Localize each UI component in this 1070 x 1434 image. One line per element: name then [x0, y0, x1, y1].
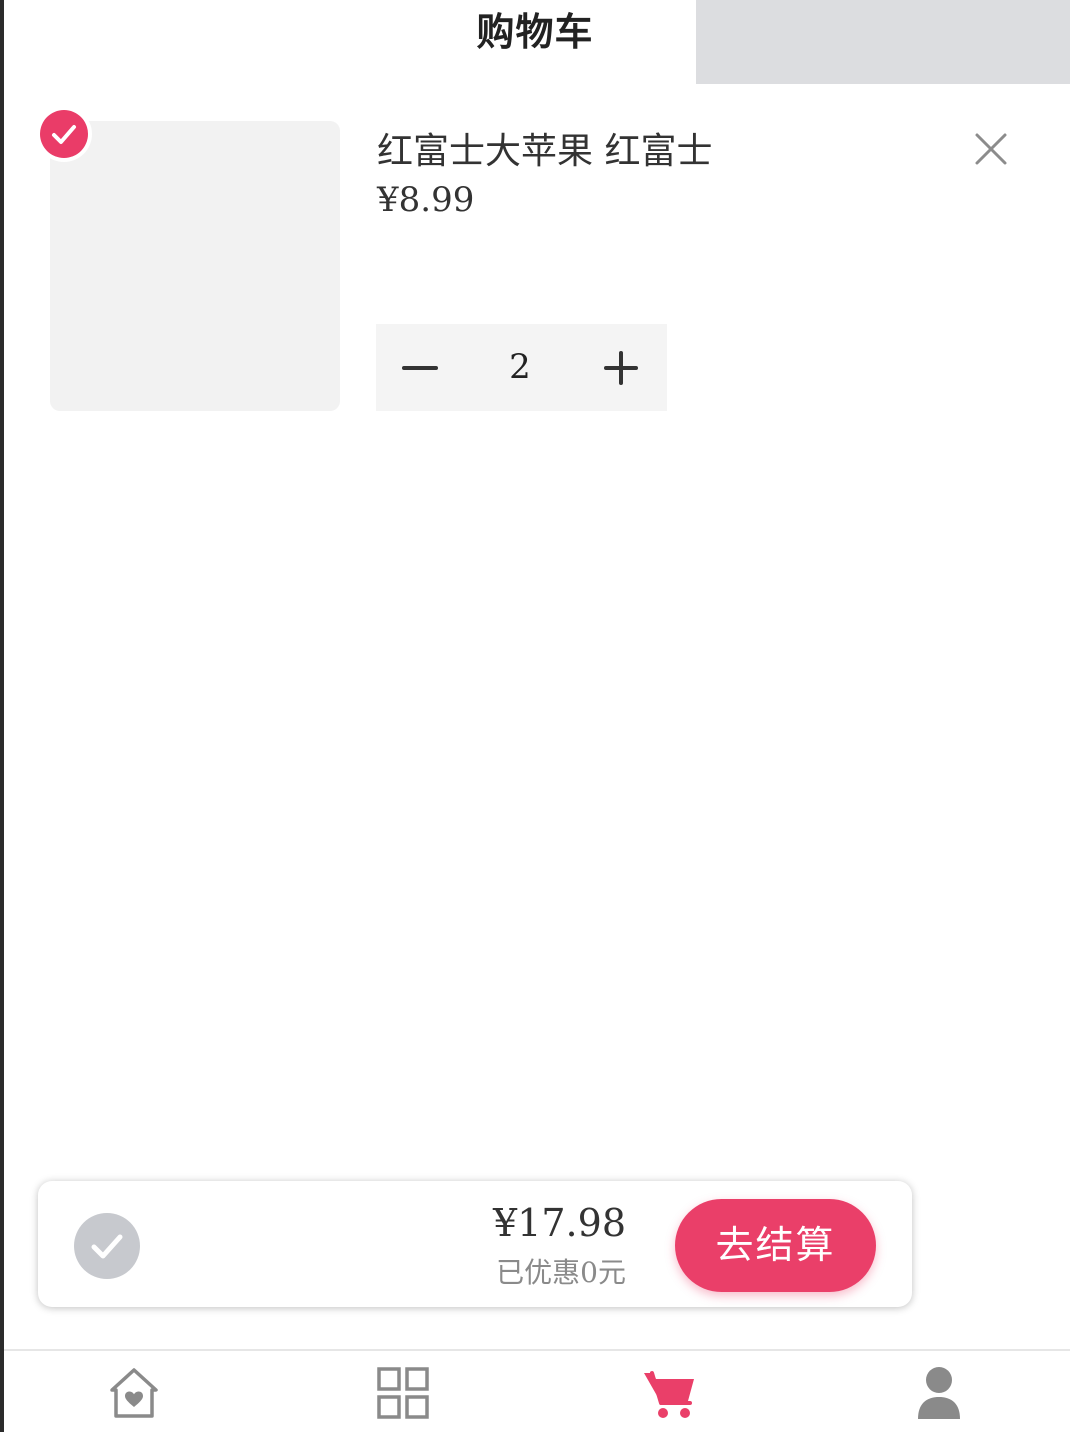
home-icon [110, 1368, 158, 1418]
plus-icon [604, 351, 638, 385]
quantity-stepper: 2 [376, 324, 667, 411]
check-icon [91, 1234, 123, 1259]
product-name[interactable]: 红富士大苹果 红富士 [377, 122, 712, 174]
delete-item-button[interactable] [966, 124, 1016, 174]
user-icon [918, 1367, 960, 1419]
item-select-checkbox[interactable] [36, 106, 92, 162]
checkout-bar: ¥17.98 已优惠0元 去结算 [38, 1181, 912, 1307]
bottom-tab-bar [4, 1349, 1070, 1434]
increase-quantity-button[interactable] [589, 324, 653, 411]
tab-profile[interactable] [899, 1363, 979, 1423]
page-title: 购物车 [476, 9, 594, 54]
close-icon [975, 133, 1007, 165]
product-price: ¥8.99 [377, 180, 475, 220]
category-grid-icon [377, 1367, 429, 1419]
minus-icon [402, 366, 438, 370]
tab-category[interactable] [363, 1363, 443, 1423]
discount-text: 已优惠0元 [496, 1256, 626, 1289]
window-edge [0, 0, 4, 1432]
select-all-checkbox[interactable] [74, 1213, 140, 1279]
cart-icon [644, 1371, 694, 1418]
quantity-value[interactable]: 2 [480, 324, 560, 411]
product-image[interactable] [50, 121, 340, 411]
decrease-quantity-button[interactable] [388, 324, 452, 411]
checkout-button[interactable]: 去结算 [675, 1199, 876, 1292]
tab-cart[interactable] [630, 1363, 710, 1423]
total-amount: ¥17.98 [493, 1201, 626, 1245]
tab-home[interactable] [94, 1363, 174, 1423]
check-icon [52, 125, 76, 144]
